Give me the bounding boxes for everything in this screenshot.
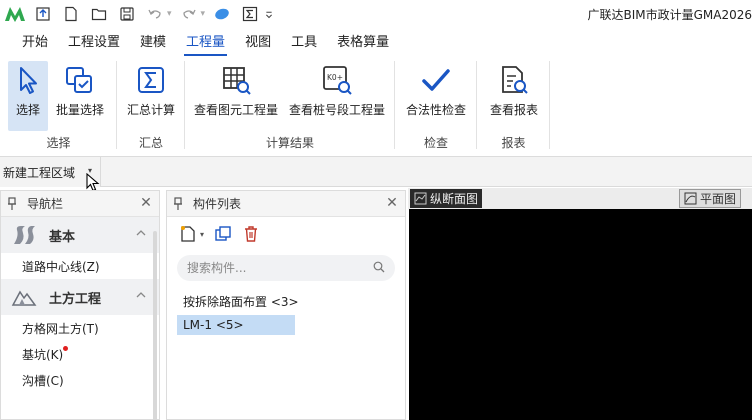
nav-scrollbar[interactable] — [153, 231, 157, 420]
delete-component-button[interactable] — [242, 223, 260, 245]
title-bar: ▾ ▾ 广联达BIM市政计量GMA2026 — [0, 0, 752, 28]
navigation-panel: 导航栏 ✕ 基本 道路中心线(Z) 土方工程 方格网土方(T) 基坑(K) 沟槽… — [0, 190, 160, 420]
trash-icon — [245, 226, 258, 242]
pointer-icon — [11, 63, 45, 97]
chevron-down-icon[interactable]: ▾ — [200, 230, 204, 239]
redo-icon[interactable] — [178, 3, 200, 25]
summary-calc-button[interactable]: 汇总计算 — [123, 61, 179, 131]
station-search-icon: K0+ — [320, 63, 354, 97]
component-toolbar: ▾ — [167, 217, 405, 251]
view-station-quantity-button[interactable]: K0+ 查看桩号段工程量 — [287, 61, 387, 131]
new-document-icon — [181, 226, 195, 242]
canvas-tab-bar: 纵断面图 平面图 — [408, 188, 752, 209]
profile-view-icon — [414, 192, 427, 205]
drawing-canvas[interactable] — [409, 209, 752, 420]
save-icon[interactable] — [116, 3, 138, 25]
tab-plan-view[interactable]: 平面图 — [679, 189, 742, 208]
validity-check-button[interactable]: 合法性检查 — [401, 61, 471, 131]
copy-icon — [215, 226, 231, 241]
ribbon-group-report: 查看报表 报表 — [477, 57, 550, 157]
nav-section-basic[interactable]: 基本 — [1, 217, 159, 253]
view-report-button[interactable]: 查看报表 — [485, 61, 543, 131]
customize-toolbar-icon[interactable] — [263, 3, 275, 25]
tab-table-quantity[interactable]: 表格算量 — [327, 32, 399, 56]
3d-view-icon[interactable] — [211, 3, 233, 25]
navigation-panel-title: 导航栏 — [27, 197, 64, 211]
undo-dropdown-icon[interactable]: ▾ — [167, 9, 172, 19]
tab-start[interactable]: 开始 — [0, 32, 58, 56]
ribbon-group-label: 汇总 — [138, 136, 163, 150]
ribbon-group-label: 检查 — [423, 136, 448, 150]
component-list-panel: 构件列表 ✕ ▾ 按拆除路面布置 <3> LM-1 <5> — [166, 190, 406, 420]
component-item[interactable]: 按拆除路面布置 <3> — [177, 291, 395, 311]
app-title: 广联达BIM市政计量GMA2026 — [587, 8, 752, 22]
nav-item-trench[interactable]: 沟槽(C) — [1, 367, 159, 393]
earthwork-icon — [11, 290, 37, 306]
batch-select-icon — [63, 63, 97, 97]
copy-component-button[interactable] — [214, 223, 232, 245]
ribbon-group-check: 合法性检查 检查 — [395, 57, 477, 157]
select-button[interactable]: 选择 — [8, 61, 48, 131]
chevron-up-icon[interactable] — [135, 227, 147, 239]
view-element-quantity-button[interactable]: 查看图元工程量 — [191, 61, 281, 131]
batch-select-button[interactable]: 批量选择 — [52, 61, 108, 131]
ribbon-group-label: 报表 — [501, 136, 526, 150]
nav-item-grid-earthwork[interactable]: 方格网土方(T) — [1, 315, 159, 341]
component-panel-title: 构件列表 — [193, 197, 242, 211]
svg-text:K0+: K0+ — [327, 73, 343, 82]
pin-icon[interactable] — [7, 196, 17, 211]
open-folder-icon[interactable] — [88, 3, 110, 25]
road-icon — [14, 226, 35, 244]
component-item-selected[interactable]: LM-1 <5> — [177, 315, 295, 335]
component-search-input[interactable] — [187, 261, 367, 275]
plan-view-icon — [684, 192, 697, 205]
tab-project-settings[interactable]: 工程设置 — [58, 32, 130, 56]
region-select-value: 新建工程区域 — [3, 165, 76, 180]
upload-icon[interactable] — [32, 3, 54, 25]
component-search-box — [177, 255, 395, 281]
pin-icon[interactable] — [173, 196, 183, 211]
nav-item-foundation-pit[interactable]: 基坑(K) — [1, 341, 159, 367]
ribbon-group-label: 计算结果 — [265, 136, 314, 150]
sigma-icon — [134, 63, 168, 97]
notification-dot — [63, 346, 68, 351]
redo-dropdown-icon[interactable]: ▾ — [201, 9, 206, 19]
ribbon: 选择 批量选择 选择 汇总计算 汇总 查看图元工程量 K0+ 查看桩号段工程量 … — [0, 57, 752, 157]
navigation-panel-header: 导航栏 ✕ — [1, 191, 159, 217]
tab-tools[interactable]: 工具 — [281, 32, 327, 56]
undo-icon[interactable] — [144, 3, 166, 25]
ribbon-group-label: 选择 — [46, 136, 71, 150]
app-logo-icon — [5, 7, 25, 22]
close-icon[interactable]: ✕ — [139, 196, 153, 210]
nav-section-earthwork[interactable]: 土方工程 — [1, 279, 159, 315]
search-icon[interactable] — [373, 261, 385, 273]
ribbon-group-results: 查看图元工程量 K0+ 查看桩号段工程量 计算结果 — [185, 57, 395, 157]
tab-profile-view[interactable]: 纵断面图 — [410, 189, 483, 208]
sum-icon[interactable] — [239, 3, 261, 25]
nav-item-road-centerline[interactable]: 道路中心线(Z) — [1, 253, 159, 279]
close-icon[interactable]: ✕ — [385, 196, 399, 210]
ribbon-group-select: 选择 批量选择 选择 — [0, 57, 117, 157]
chevron-up-icon[interactable] — [135, 289, 147, 301]
ribbon-group-summary: 汇总计算 汇总 — [117, 57, 185, 157]
report-search-icon — [497, 63, 531, 97]
new-component-button[interactable]: ▾ — [179, 223, 204, 245]
tab-view[interactable]: 视图 — [235, 32, 281, 56]
table-search-icon — [219, 63, 253, 97]
region-bar: 新建工程区域 ▾ — [0, 157, 752, 187]
tab-modeling[interactable]: 建模 — [130, 32, 176, 56]
menu-bar: 开始 工程设置 建模 工程量 视图 工具 表格算量 — [0, 32, 752, 56]
new-file-icon[interactable] — [60, 3, 82, 25]
tab-quantity[interactable]: 工程量 — [176, 32, 235, 56]
checkmark-icon — [419, 63, 453, 97]
component-panel-header: 构件列表 ✕ — [167, 191, 405, 217]
